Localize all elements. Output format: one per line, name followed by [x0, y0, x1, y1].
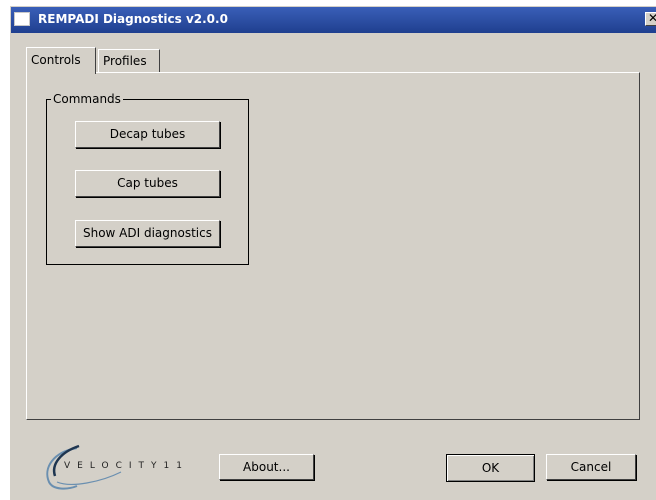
- title-bar[interactable]: REMPADI Diagnostics v2.0.0: [11, 7, 656, 33]
- tab-profiles[interactable]: Profiles: [98, 49, 160, 72]
- ok-button[interactable]: OK: [446, 454, 535, 482]
- velocity11-logo: VELOCITY11: [41, 442, 219, 492]
- app-icon: [14, 12, 30, 26]
- window-title: REMPADI Diagnostics v2.0.0: [38, 12, 228, 26]
- cap-tubes-button[interactable]: Cap tubes: [75, 170, 220, 197]
- tab-controls[interactable]: Controls: [26, 47, 96, 74]
- decap-tubes-button[interactable]: Decap tubes: [75, 121, 220, 148]
- commands-group-label: Commands: [51, 92, 123, 106]
- about-button[interactable]: About...: [219, 454, 314, 480]
- cancel-button[interactable]: Cancel: [546, 454, 636, 480]
- close-icon: ✕: [647, 11, 656, 25]
- show-adi-diagnostics-button[interactable]: Show ADI diagnostics: [75, 220, 220, 247]
- close-button[interactable]: ✕: [645, 12, 656, 26]
- logo-text: VELOCITY11: [64, 461, 190, 471]
